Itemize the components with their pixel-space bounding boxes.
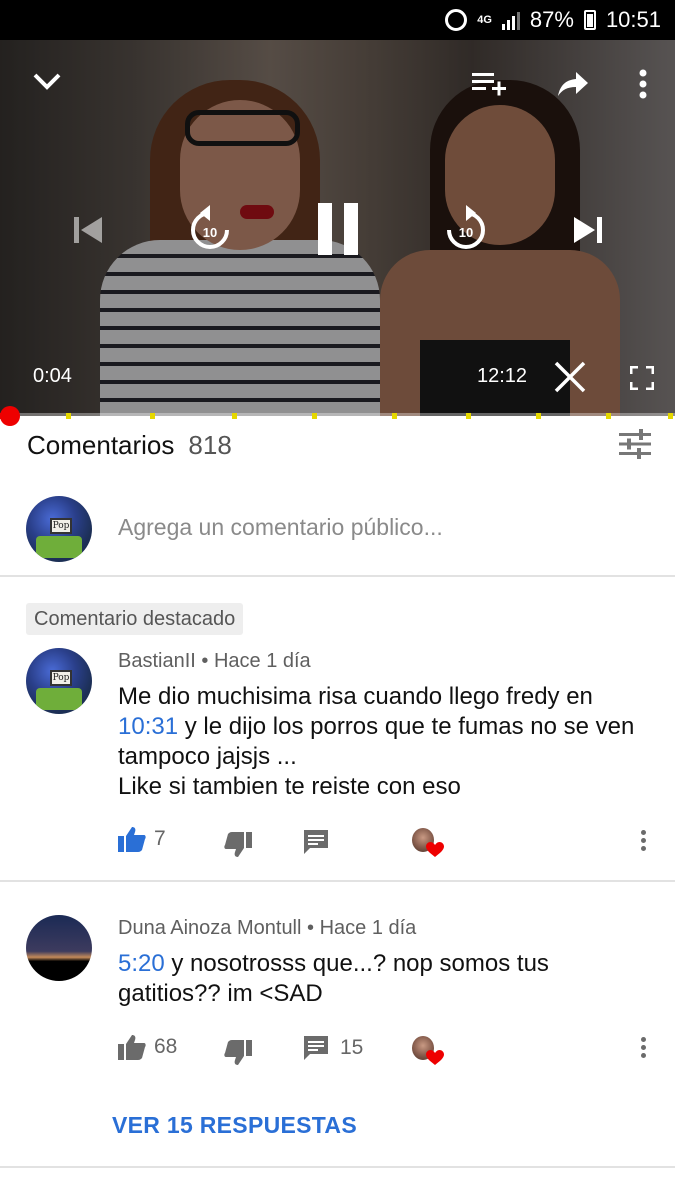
- view-replies-button[interactable]: VER 15 RESPUESTAS: [112, 1112, 357, 1139]
- reply-icon: [304, 1036, 328, 1060]
- duration: 12:12: [477, 365, 528, 387]
- creator-heart-icon: [412, 828, 444, 860]
- divider: [0, 575, 675, 577]
- svg-text:10: 10: [459, 225, 473, 240]
- comment-meta: Duna Ainoza Montull • Hace 1 día: [118, 917, 417, 939]
- like-count: 68: [154, 1035, 178, 1058]
- seek-bar[interactable]: [0, 413, 675, 419]
- status-bar: 4G 87% 10:51: [0, 0, 675, 40]
- timestamp-link[interactable]: 5:20: [118, 950, 165, 977]
- comment-author[interactable]: Duna Ainoza Montull: [118, 917, 301, 939]
- ad-marker: [392, 413, 397, 419]
- comments-count: 818: [188, 429, 232, 460]
- creator-heart-icon: [412, 1036, 444, 1068]
- collapse-icon[interactable]: [28, 62, 66, 100]
- add-comment-input[interactable]: Agrega un comentario público...: [118, 514, 443, 541]
- alarm-icon: [445, 9, 468, 31]
- ad-marker: [312, 413, 317, 419]
- next-icon[interactable]: [568, 208, 608, 252]
- ad-marker: [536, 413, 541, 419]
- sort-icon[interactable]: [619, 429, 651, 459]
- divider: [0, 880, 675, 882]
- comment-age: Hace 1 día: [213, 650, 311, 672]
- video-player[interactable]: 10 10 0:04 12:12: [0, 40, 675, 416]
- thumb-up-icon: [118, 827, 146, 852]
- battery-percent: 87%: [529, 7, 574, 32]
- ad-marker: [606, 413, 611, 419]
- avatar[interactable]: [26, 915, 92, 981]
- comments-title: Comentarios: [27, 429, 175, 460]
- thumb-down-icon: [224, 1040, 252, 1065]
- comment-more-icon[interactable]: [641, 1037, 647, 1059]
- reply-count: 15: [340, 1036, 364, 1059]
- add-to-queue-icon[interactable]: [468, 66, 508, 102]
- pinned-comment-badge: Comentario destacado: [26, 603, 244, 635]
- ad-marker: [466, 413, 471, 419]
- fullscreen-icon[interactable]: [624, 360, 660, 396]
- previous-icon[interactable]: [68, 208, 108, 252]
- comment-age: Hace 1 día: [319, 917, 417, 939]
- timestamp-link[interactable]: 10:31: [118, 713, 178, 740]
- battery-icon: [583, 10, 596, 30]
- dislike-button[interactable]: [224, 832, 252, 858]
- signal-icon: [501, 10, 520, 30]
- divider: [0, 1166, 675, 1168]
- forward-10-icon[interactable]: 10: [440, 202, 492, 254]
- comment-more-icon[interactable]: [641, 830, 647, 852]
- reply-icon: [304, 830, 328, 854]
- clock: 10:51: [605, 7, 661, 32]
- comment-meta: BastianII • Hace 1 día: [118, 650, 311, 672]
- seek-handle[interactable]: [0, 406, 20, 426]
- avatar: Pop: [26, 496, 92, 562]
- reply-button[interactable]: 15: [304, 1036, 363, 1060]
- thumb-down-icon: [224, 832, 252, 857]
- avatar[interactable]: Pop: [26, 648, 92, 714]
- ad-marker: [150, 413, 155, 419]
- share-icon[interactable]: [554, 66, 592, 102]
- like-button[interactable]: 7: [118, 826, 166, 852]
- like-count: 7: [154, 827, 166, 850]
- rewind-10-icon[interactable]: 10: [184, 202, 236, 254]
- thumb-up-icon: [118, 1035, 146, 1060]
- ad-marker: [668, 413, 673, 419]
- current-time: 0:04: [33, 365, 72, 387]
- comment-text: Me dio muchisima risa cuando llego fredy…: [118, 683, 635, 800]
- dislike-button[interactable]: [224, 1040, 252, 1066]
- reply-button[interactable]: [304, 830, 328, 854]
- ad-marker: [232, 413, 237, 419]
- ad-marker: [66, 413, 71, 419]
- comment-text: 5:20 y nosotrosss que...? nop somos tus …: [118, 950, 549, 1007]
- like-button[interactable]: 68: [118, 1034, 177, 1060]
- pause-icon[interactable]: [310, 198, 366, 260]
- svg-text:10: 10: [203, 225, 217, 240]
- close-icon[interactable]: [550, 357, 590, 397]
- comments-header: Comentarios 818: [27, 425, 657, 465]
- more-icon[interactable]: [630, 64, 656, 104]
- comment-author[interactable]: BastianII: [118, 650, 196, 672]
- network-icon: 4G: [477, 14, 492, 26]
